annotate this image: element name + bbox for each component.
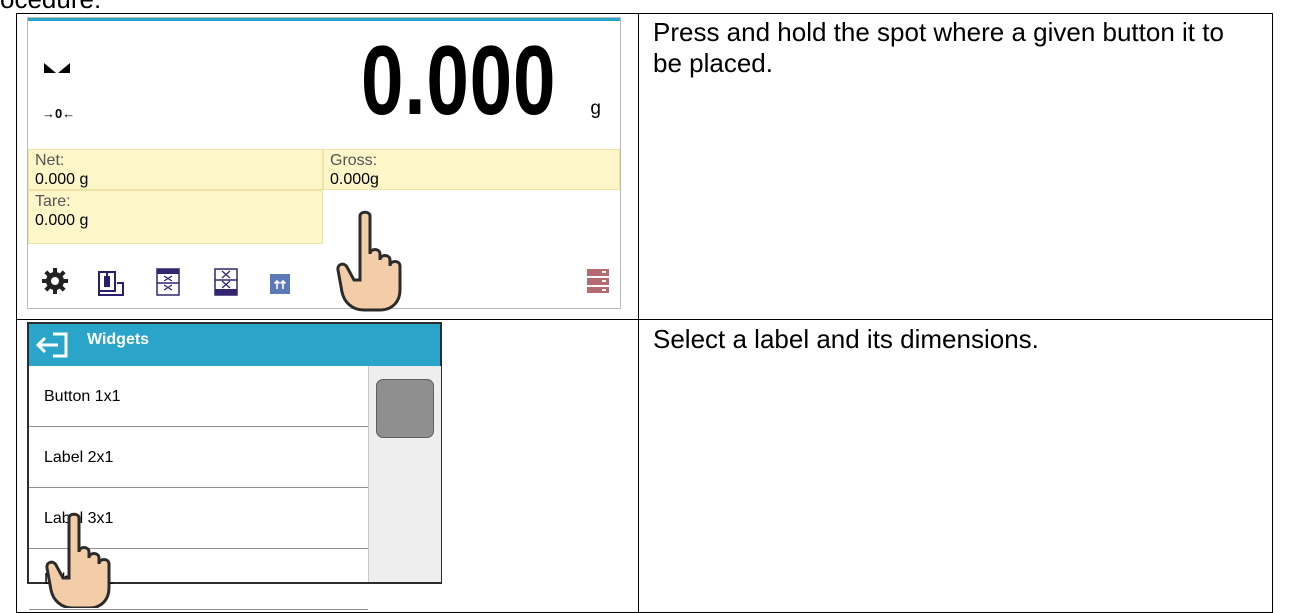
tare-label: Tare:: [35, 193, 71, 210]
weighing-screen: →0← 0.000 g Net: 0.000 g Gross: 0.000g T…: [27, 17, 621, 312]
weight-readout: 0.000: [360, 25, 556, 135]
database-icon[interactable]: [586, 268, 610, 294]
gross-label: Gross:: [330, 152, 378, 169]
widgets-screen: Widgets Button 1x1 Label 2x1 Label 3x1 L…: [27, 322, 442, 610]
instruction-step-2: Select a label and its dimensions.: [653, 324, 1039, 354]
bottom-icon-bar: [28, 264, 620, 304]
scrollbar-thumb[interactable]: [376, 379, 434, 438]
net-field[interactable]: Net: 0.000 g: [28, 149, 323, 190]
gross-field[interactable]: Gross: 0.000g: [323, 149, 620, 190]
weight-unit: g: [590, 98, 601, 119]
column-divider: [638, 14, 639, 612]
scrollbar-track[interactable]: [368, 366, 441, 582]
net-label: Net:: [35, 152, 65, 169]
tare-value: 0.000 g: [35, 212, 89, 229]
hand-pointer-icon: [336, 210, 402, 312]
row-divider: [17, 319, 1272, 320]
hand-pointer-icon: [45, 512, 111, 608]
tare-field[interactable]: Tare: 0.000 g: [28, 190, 323, 244]
widgets-title: Widgets: [87, 331, 150, 348]
parameters-icon[interactable]: [270, 274, 290, 294]
print-weight-icon[interactable]: [96, 267, 126, 297]
gross-value: 0.000g: [330, 171, 379, 188]
instruction-table: →0← 0.000 g Net: 0.000 g Gross: 0.000g T…: [16, 13, 1273, 613]
stability-icon: [44, 63, 70, 73]
settings-icon[interactable]: [42, 268, 68, 294]
min-max-icon[interactable]: [156, 268, 180, 296]
tare-icon[interactable]: [214, 268, 238, 296]
list-item-label-2x1[interactable]: Label 2x1: [29, 427, 368, 488]
intro-text-fragment: ocedure:: [0, 0, 101, 14]
net-value: 0.000 g: [35, 171, 89, 188]
instruction-step-1: Press and hold the spot where a given bu…: [653, 17, 1224, 78]
list-item-button-1x1[interactable]: Button 1x1: [29, 366, 368, 427]
exit-icon[interactable]: [35, 331, 75, 359]
zero-indicator: →0←: [42, 106, 76, 121]
widgets-header: Widgets: [29, 324, 440, 366]
